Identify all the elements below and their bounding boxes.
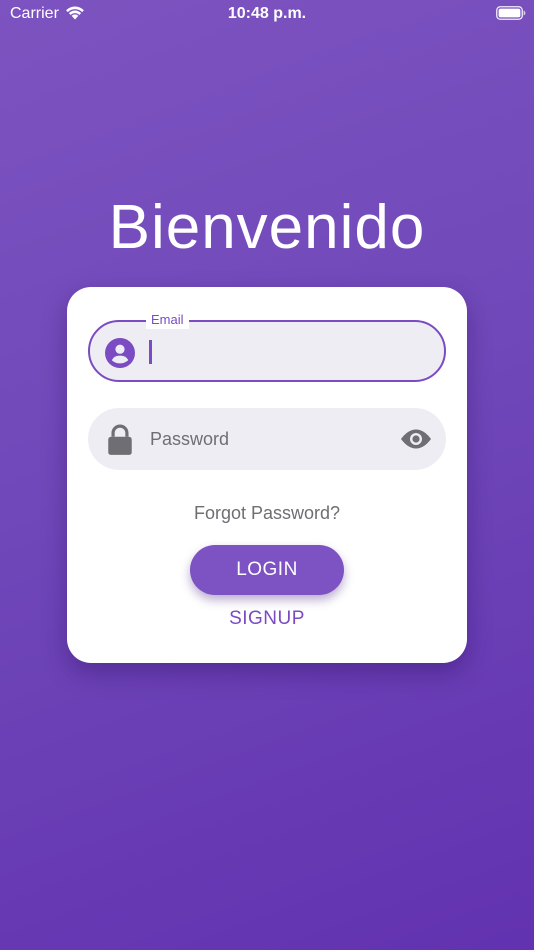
password-field[interactable] xyxy=(88,408,446,470)
login-button[interactable]: LOGIN xyxy=(190,545,344,595)
battery-icon xyxy=(496,6,526,20)
status-time: 10:48 p.m. xyxy=(227,5,307,22)
email-input[interactable] xyxy=(152,322,392,384)
login-card: Email Forgot Password? LOGIN SIGNUP xyxy=(67,287,467,663)
account-circle-icon xyxy=(105,338,135,368)
status-bar: Carrier 10:48 p.m. xyxy=(0,0,534,30)
forgot-password-link[interactable]: Forgot Password? xyxy=(67,503,467,524)
password-input[interactable] xyxy=(150,408,390,470)
eye-icon[interactable] xyxy=(400,424,432,454)
lock-icon xyxy=(108,424,132,455)
email-field[interactable]: Email xyxy=(88,311,446,384)
welcome-title: Bienvenido xyxy=(108,193,426,262)
signup-button[interactable]: SIGNUP xyxy=(207,605,327,633)
